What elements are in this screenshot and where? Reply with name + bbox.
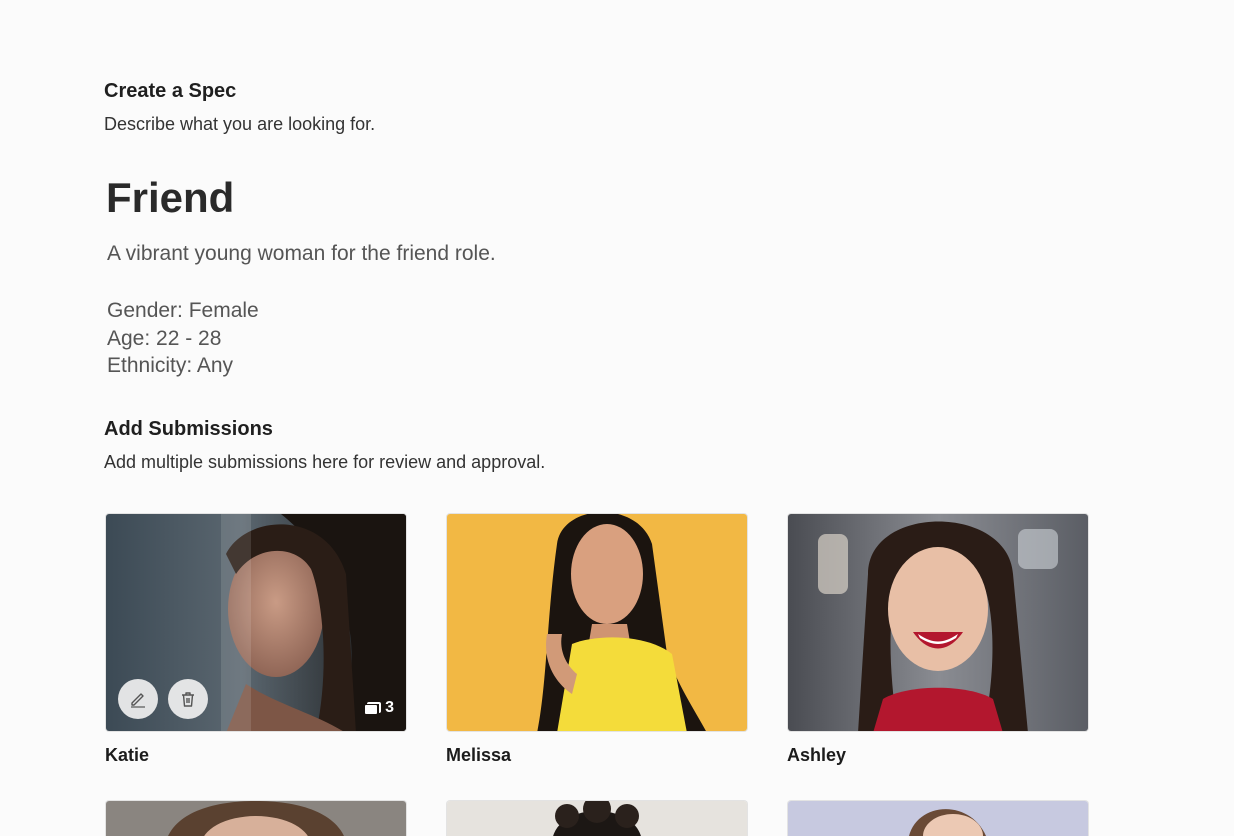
submission-photo[interactable]	[787, 513, 1089, 732]
spec-attribute-gender: Gender: Female	[107, 299, 259, 322]
add-submissions-subtitle: Add multiple submissions here for review…	[104, 452, 546, 472]
submission-card-katie[interactable]: 3 Katie	[105, 513, 407, 766]
spec-title[interactable]: Friend	[106, 174, 234, 222]
pencil-icon	[131, 693, 145, 708]
portrait-photo	[788, 514, 1088, 731]
edit-button[interactable]	[118, 679, 158, 719]
photo-count: 3	[385, 699, 394, 716]
photo-stack-icon	[365, 702, 382, 714]
spec-attributes[interactable]: Gender: Female Age: 22 - 28 Ethnicity: A…	[107, 297, 259, 380]
photo-count-badge: 3	[365, 699, 394, 717]
submission-card-partial[interactable]	[787, 800, 1089, 836]
portrait-photo	[447, 801, 747, 836]
trash-icon	[182, 692, 194, 707]
create-spec-heading: Create a Spec	[104, 80, 237, 102]
submission-card-ashley[interactable]: Ashley	[787, 513, 1089, 766]
submission-name: Ashley	[787, 745, 847, 765]
submission-photo[interactable]	[446, 513, 748, 732]
spec-page: Create a Spec Describe what you are look…	[0, 0, 1234, 836]
submission-card-melissa[interactable]: Melissa	[446, 513, 748, 766]
portrait-photo	[447, 514, 747, 731]
add-submissions-heading: Add Submissions	[104, 418, 273, 440]
submission-card-partial[interactable]	[105, 800, 407, 836]
spec-attribute-age: Age: 22 - 28	[107, 326, 222, 350]
spec-attribute-ethnicity: Ethnicity: Any	[107, 354, 234, 377]
create-spec-subtitle: Describe what you are looking for.	[104, 114, 376, 134]
submission-photo[interactable]: 3	[105, 513, 407, 732]
portrait-photo	[106, 801, 406, 836]
submission-card-partial[interactable]	[446, 800, 748, 836]
submission-name: Melissa	[446, 745, 512, 765]
submission-name: Katie	[105, 745, 150, 765]
spec-description[interactable]: A vibrant young woman for the friend rol…	[107, 242, 496, 266]
portrait-photo	[788, 801, 1088, 836]
delete-button[interactable]	[168, 679, 208, 719]
